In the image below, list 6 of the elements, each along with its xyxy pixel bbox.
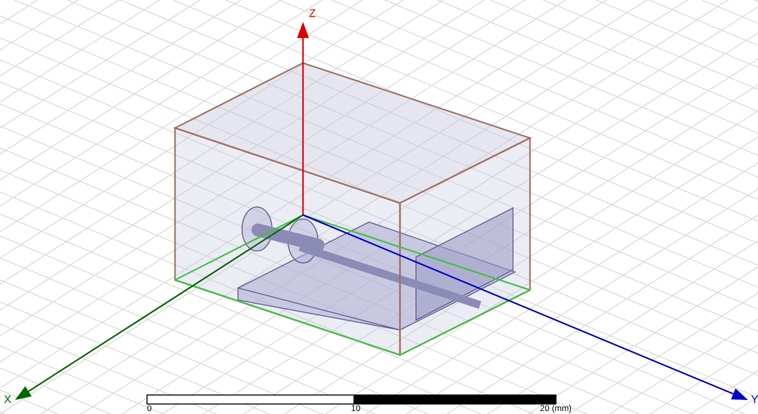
scale-label: 10: [351, 403, 360, 413]
axis-label: X: [4, 394, 12, 406]
scale-label: 20 (mm): [540, 403, 572, 413]
axis-label: Y: [751, 394, 758, 406]
axis-label: Z: [309, 8, 316, 20]
scale-label: 0: [147, 403, 152, 413]
